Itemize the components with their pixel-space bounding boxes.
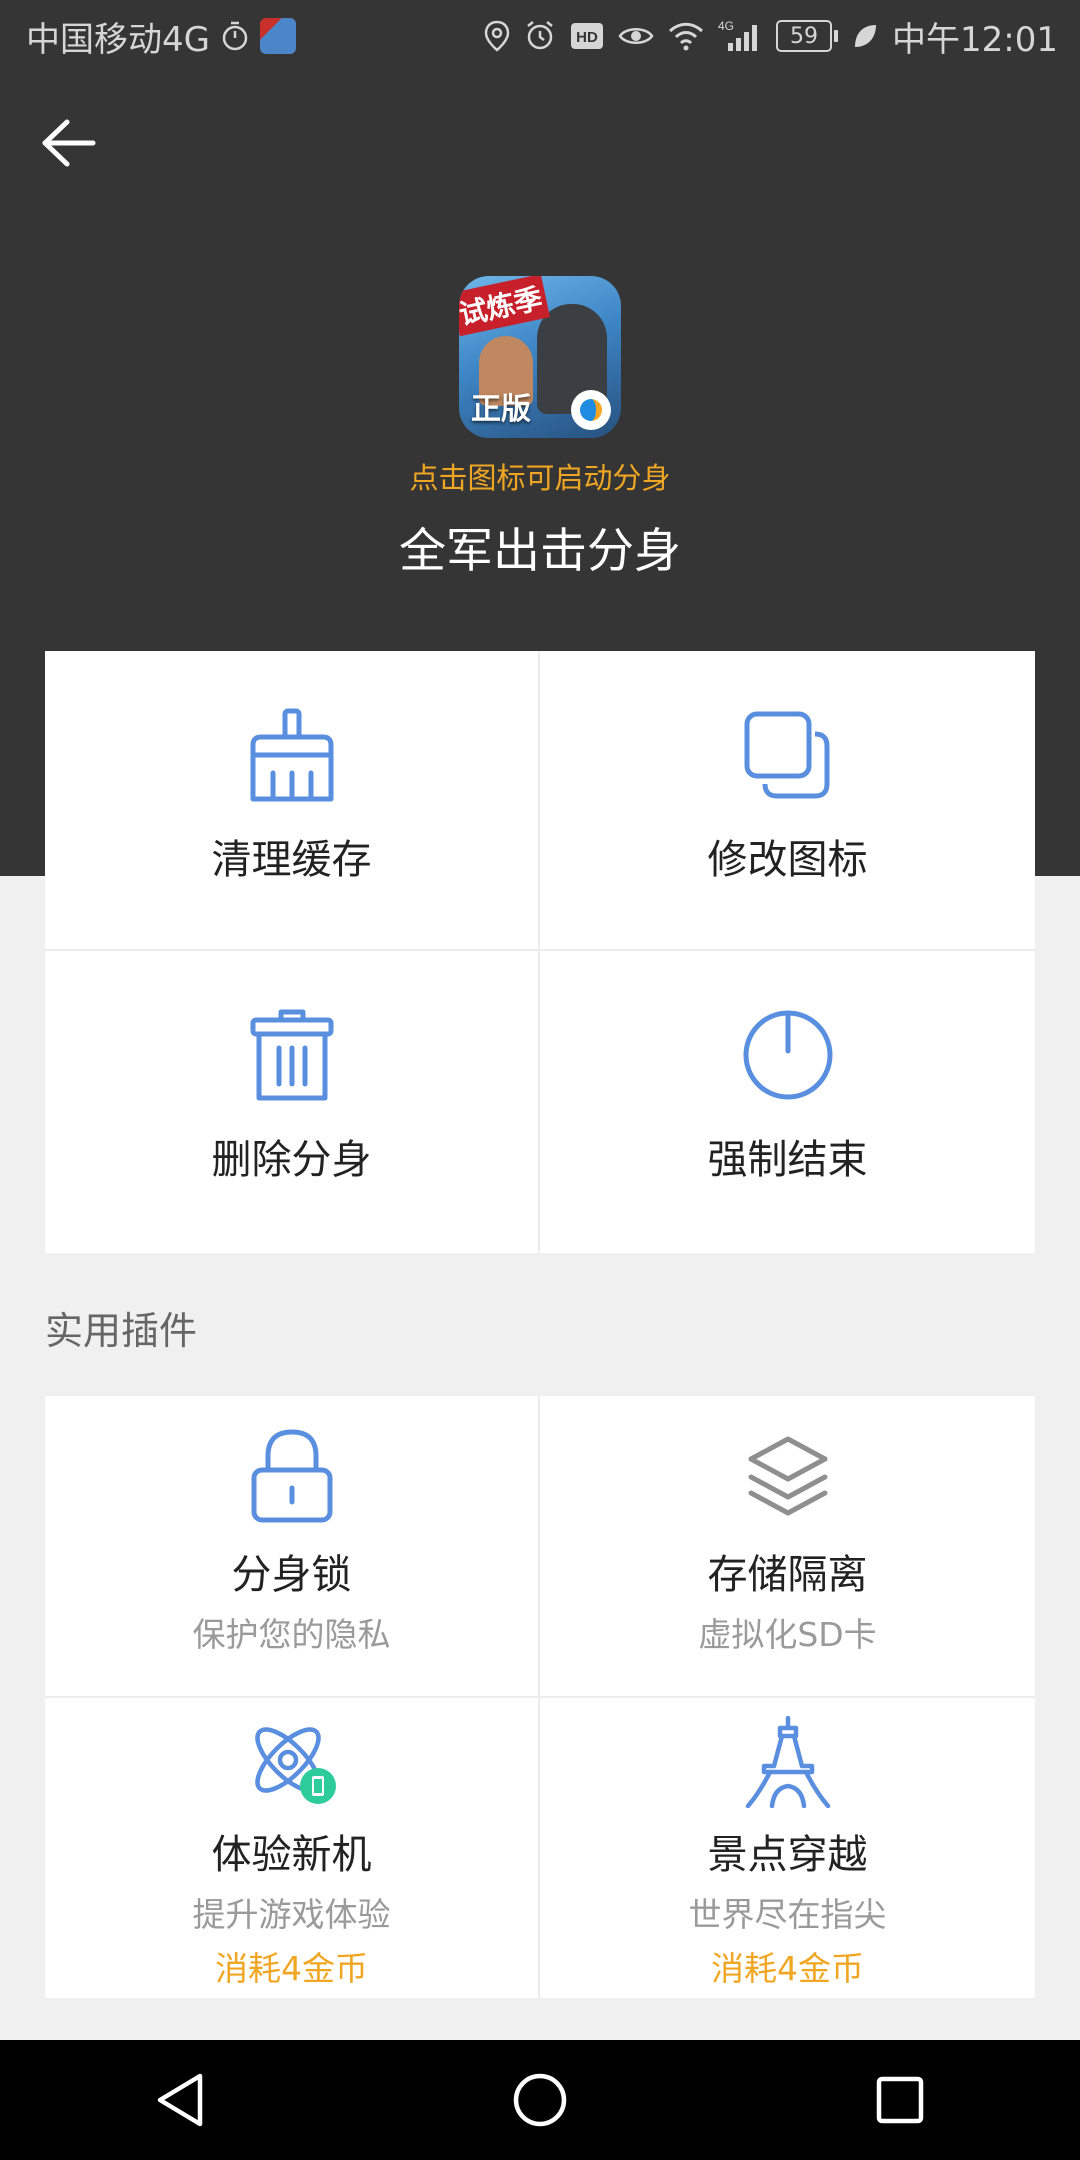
new-device-subtitle: 提升游戏体验	[192, 1895, 391, 1934]
storage-isolation-button[interactable]: 存储隔离 虚拟化SD卡	[540, 1396, 1035, 1698]
clear-cache-button[interactable]: 清理缓存	[45, 651, 540, 951]
stopwatch-icon	[220, 20, 250, 52]
plugins-card: 分身锁 保护您的隐私 存储隔离 虚拟化SD卡 体验新机 提升游戏体验 消耗4金币…	[45, 1396, 1035, 1998]
status-right: HD 4G 59 中午12:01	[484, 0, 1058, 72]
battery-level: 59	[776, 20, 833, 52]
leaf-icon	[852, 22, 878, 50]
eye-icon	[618, 23, 654, 49]
square-recents-icon	[876, 2076, 924, 2124]
triangle-back-icon	[157, 2073, 203, 2127]
trash-icon	[249, 1009, 335, 1101]
plugins-section-title: 实用插件	[45, 1309, 198, 1353]
carrier-label: 中国移动4G	[26, 19, 210, 60]
app-notification-icon	[259, 18, 296, 54]
storage-isolation-label: 存储隔离	[707, 1552, 868, 1598]
clear-cache-label: 清理缓存	[211, 837, 372, 883]
change-icon-label: 修改图标	[707, 837, 868, 883]
scenic-travel-label: 景点穿越	[707, 1832, 868, 1878]
back-arrow-icon	[42, 119, 96, 167]
clone-lock-subtitle: 保护您的隐私	[192, 1615, 391, 1654]
delete-clone-label: 删除分身	[211, 1137, 372, 1183]
new-device-button[interactable]: 体验新机 提升游戏体验 消耗4金币	[45, 1698, 540, 1998]
storage-isolation-subtitle: 虚拟化SD卡	[698, 1615, 877, 1654]
navigation-bar	[0, 2040, 1080, 2160]
status-bar: 中国移动4G HD 4G 59 中午12:01	[0, 0, 1080, 72]
app-icon-badge-bottom: 正版	[471, 392, 531, 427]
clock: 中午12:01	[892, 19, 1058, 60]
scenic-travel-cost: 消耗4金币	[711, 1949, 864, 1988]
nav-recents-button[interactable]	[860, 2060, 940, 2140]
status-left: 中国移动4G	[26, 0, 296, 72]
app-icon-badge-top: 试炼季	[459, 276, 550, 337]
wifi-icon	[668, 21, 704, 51]
new-device-label: 体验新机	[211, 1832, 372, 1878]
svg-text:HD: HD	[576, 29, 598, 46]
clone-lock-button[interactable]: 分身锁 保护您的隐私	[45, 1396, 540, 1698]
tencent-games-logo-icon	[571, 390, 611, 430]
clone-lock-label: 分身锁	[231, 1552, 352, 1598]
delete-clone-button[interactable]: 删除分身	[45, 951, 540, 1253]
battery-indicator: 59	[776, 20, 839, 52]
lock-icon	[250, 1429, 334, 1523]
page-title: 全军出击分身	[399, 524, 681, 579]
copy-icon	[743, 709, 833, 801]
new-device-cost: 消耗4金币	[215, 1949, 368, 1988]
alarm-icon	[524, 20, 556, 52]
nav-back-button[interactable]	[140, 2060, 220, 2140]
scenic-travel-subtitle: 世界尽在指尖	[688, 1895, 887, 1934]
network-type-label: 4G	[718, 19, 734, 33]
back-button[interactable]	[36, 110, 102, 176]
atom-phone-icon	[244, 1716, 340, 1808]
signal-icon: 4G	[718, 19, 762, 53]
eiffel-tower-icon	[744, 1716, 832, 1808]
actions-card: 清理缓存 修改图标 删除分身 强制结束	[45, 651, 1035, 1253]
scenic-travel-button[interactable]: 景点穿越 世界尽在指尖 消耗4金币	[540, 1698, 1035, 1998]
power-icon	[740, 1009, 836, 1101]
broom-icon	[247, 708, 337, 802]
launch-hint: 点击图标可启动分身	[409, 461, 671, 495]
app-icon[interactable]: 试炼季 正版	[459, 276, 621, 438]
nav-home-button[interactable]	[500, 2060, 580, 2140]
layers-icon	[745, 1430, 831, 1522]
location-icon	[484, 20, 510, 52]
circle-home-icon	[513, 2073, 567, 2127]
force-stop-label: 强制结束	[707, 1137, 868, 1183]
force-stop-button[interactable]: 强制结束	[540, 951, 1035, 1253]
hd-icon: HD	[570, 22, 604, 50]
change-icon-button[interactable]: 修改图标	[540, 651, 1035, 951]
